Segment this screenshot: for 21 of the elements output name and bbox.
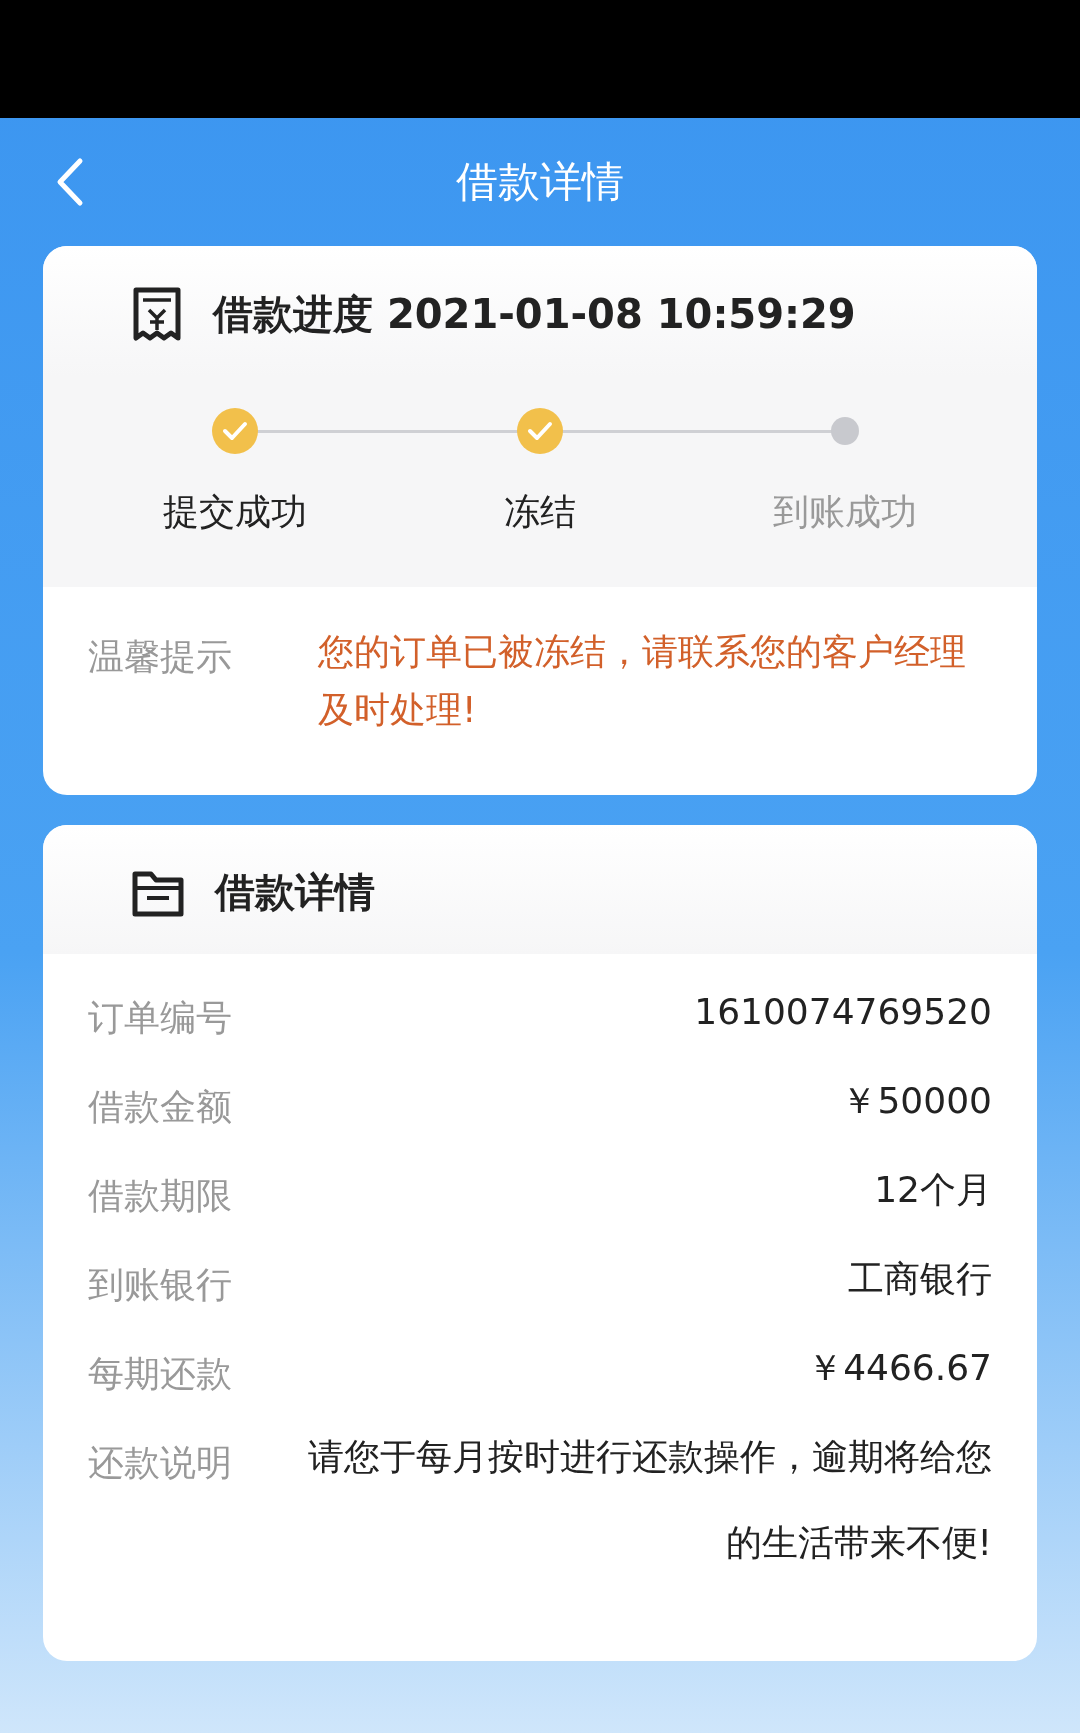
- tip-message: 您的订单已被冻结，请联系您的客户经理及时处理!: [318, 630, 967, 732]
- field-value: ￥4466.67: [807, 1346, 992, 1390]
- progress-title: 借款进度 2021-01-08 10:59:29: [213, 289, 856, 339]
- field-label: 借款期限: [88, 1174, 232, 1218]
- receipt-icon: [131, 286, 183, 342]
- field-label: 订单编号: [88, 996, 232, 1040]
- field-value: ￥50000: [841, 1079, 992, 1123]
- details-title: 借款详情: [215, 868, 375, 917]
- field-label: 到账银行: [88, 1263, 232, 1307]
- field-value: 1610074769520: [694, 990, 992, 1034]
- step-label: 到账成功: [772, 490, 917, 534]
- page-title: 借款详情: [456, 156, 624, 208]
- field-value: 工商银行: [848, 1257, 992, 1301]
- tip-label: 温馨提示: [88, 635, 233, 679]
- step-label: 冻结: [504, 490, 576, 534]
- field-label: 借款金额: [88, 1085, 232, 1129]
- step-label: 提交成功: [163, 490, 308, 534]
- field-value: 请您于每月按时进行还款操作，逾期将给您的生活带来不便!: [307, 1435, 992, 1565]
- field-label: 还款说明: [88, 1441, 232, 1485]
- field-label: 每期还款: [88, 1352, 232, 1396]
- field-value: 12个月: [874, 1168, 992, 1212]
